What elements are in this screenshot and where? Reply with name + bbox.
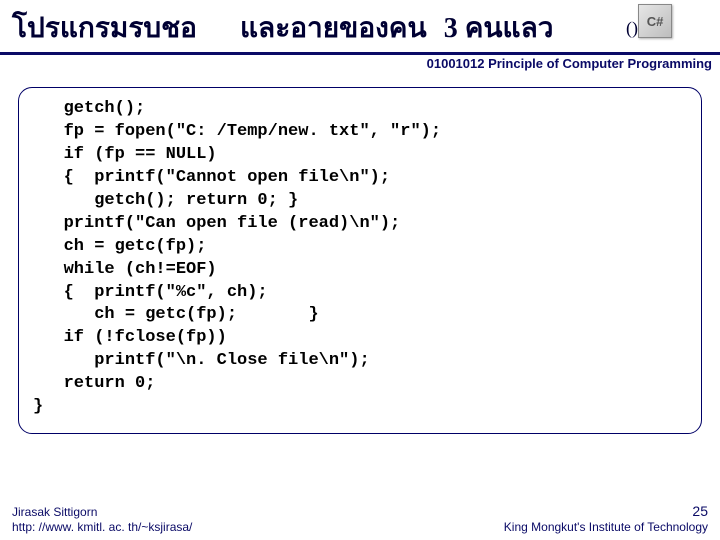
footer-left: Jirasak Sittigorn http: //www. kmitl. ac… bbox=[12, 505, 192, 536]
title-segment-1: โปรแกรมรบชอ bbox=[12, 13, 197, 44]
slide-header: โปรแกรมรบชอ และอายของคน 3 คนแลว () C# bbox=[0, 0, 720, 52]
footer-right: 25 King Mongkut's Institute of Technolog… bbox=[504, 502, 708, 536]
slide-title: โปรแกรมรบชอ และอายของคน 3 คนแลว bbox=[12, 6, 554, 50]
title-segment-2: และอายของคน bbox=[240, 13, 427, 44]
institution-name: King Mongkut's Institute of Technology bbox=[504, 520, 708, 536]
slide-footer: Jirasak Sittigorn http: //www. kmitl. ac… bbox=[0, 502, 720, 536]
author-name: Jirasak Sittigorn bbox=[12, 505, 192, 521]
logo-text: C# bbox=[647, 14, 664, 29]
language-logo-icon: C# bbox=[638, 4, 672, 38]
slide-number: 25 bbox=[504, 502, 708, 520]
author-url: http: //www. kmitl. ac. th/~ksjirasa/ bbox=[12, 520, 192, 536]
code-block: getch(); fp = fopen("C: /Temp/new. txt",… bbox=[18, 87, 702, 434]
course-subtitle: 01001012 Principle of Computer Programmi… bbox=[0, 52, 720, 71]
title-segment-3: 3 คนแลว bbox=[444, 13, 554, 44]
title-parentheses: () bbox=[626, 18, 638, 39]
